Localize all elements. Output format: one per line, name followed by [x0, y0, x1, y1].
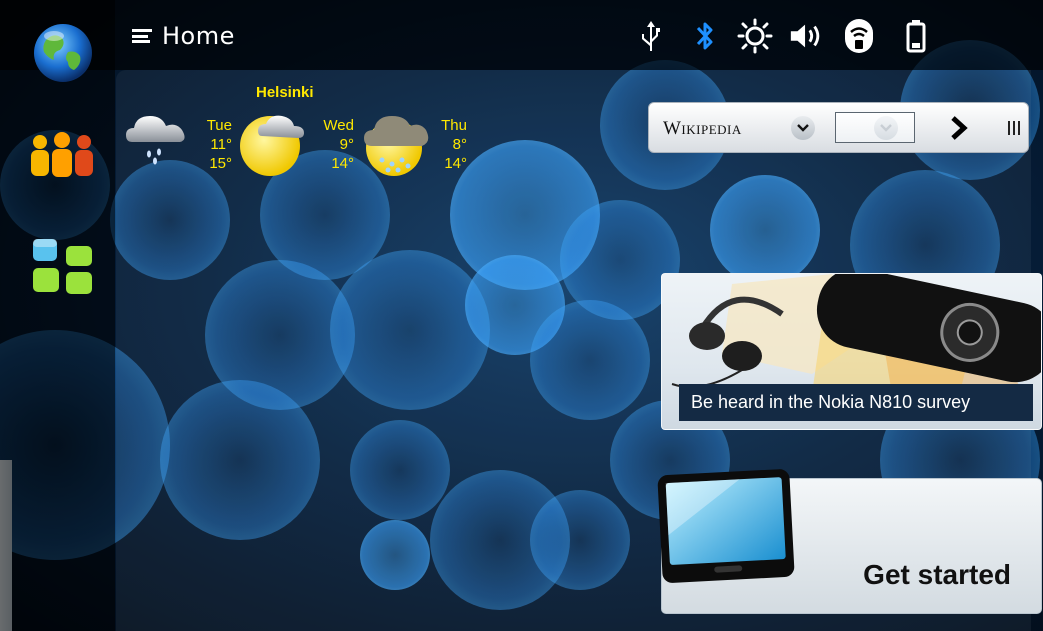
weather-city: Helsinki [256, 84, 314, 101]
grip-icon [1008, 121, 1020, 135]
forecast-high: 9° [339, 136, 354, 153]
web-browser-icon[interactable] [32, 22, 94, 84]
survey-promo[interactable]: Be heard in the Nokia N810 survey [661, 273, 1042, 430]
weather-widget[interactable]: Helsinki Tue 11° 15° Wed 9° 14° Thu 8° 1… [120, 82, 475, 182]
wikipedia-search-widget: Wikipedia [648, 102, 1029, 153]
home-menu-button[interactable]: Home [132, 18, 235, 54]
battery-icon[interactable] [898, 16, 934, 56]
applications-icon[interactable] [30, 236, 96, 298]
tablet-device-image [652, 462, 802, 590]
wikipedia-logo: Wikipedia [663, 118, 742, 139]
brightness-icon[interactable] [737, 16, 773, 56]
volume-icon[interactable] [788, 16, 824, 56]
forecast-day: Thu [441, 117, 467, 134]
chevron-down-icon [797, 124, 809, 132]
menu-icon [132, 29, 152, 43]
rain-cloud-icon [124, 108, 190, 168]
drag-handle[interactable] [1007, 118, 1021, 138]
forecast-wed: Wed 9° 14° [314, 116, 354, 173]
history-dropdown-button[interactable] [874, 116, 898, 140]
wifi-icon[interactable] [841, 16, 877, 56]
bluetooth-icon[interactable] [687, 16, 723, 56]
usb-icon[interactable] [633, 16, 669, 56]
sidebar [0, 0, 115, 631]
forecast-thu: Thu 8° 14° [435, 116, 467, 173]
chevron-down-icon [880, 124, 892, 132]
go-arrow-button[interactable] [947, 115, 971, 141]
forecast-high: 8° [452, 136, 467, 153]
search-input[interactable] [835, 112, 915, 143]
forecast-day: Wed [323, 117, 354, 134]
forecast-tue: Tue 11° 15° [196, 116, 232, 173]
forecast-low: 15° [209, 155, 232, 172]
heavy-rain-icon [362, 106, 432, 178]
partly-cloudy-icon [238, 106, 308, 178]
chevron-right-icon [951, 116, 968, 140]
engine-dropdown-button[interactable] [791, 116, 815, 140]
survey-caption: Be heard in the Nokia N810 survey [679, 384, 1033, 421]
forecast-low: 14° [444, 155, 467, 172]
forecast-day: Tue [206, 117, 232, 134]
contacts-icon[interactable] [26, 130, 98, 180]
get-started-label: Get started [863, 559, 1011, 590]
forecast-low: 14° [331, 155, 354, 172]
home-title: Home [162, 22, 235, 50]
forecast-high: 11° [210, 136, 232, 153]
